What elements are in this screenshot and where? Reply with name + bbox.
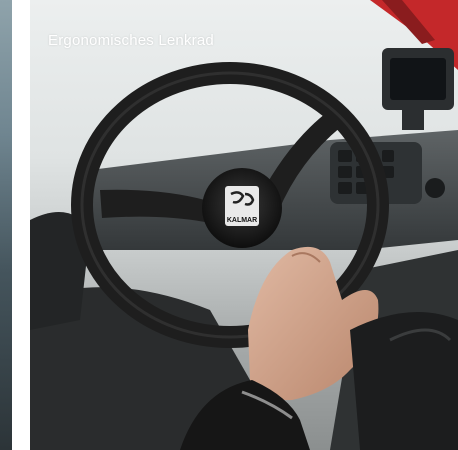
logo-text: KALMAR bbox=[227, 217, 257, 224]
steering-wheel-illustration: KALMAR bbox=[30, 0, 458, 450]
image-caption: Ergonomisches Lenkrad bbox=[48, 32, 214, 49]
cab-photo: KALMAR Ergonomisches Lenkrad bbox=[30, 0, 458, 450]
left-photo-strip bbox=[0, 0, 12, 450]
